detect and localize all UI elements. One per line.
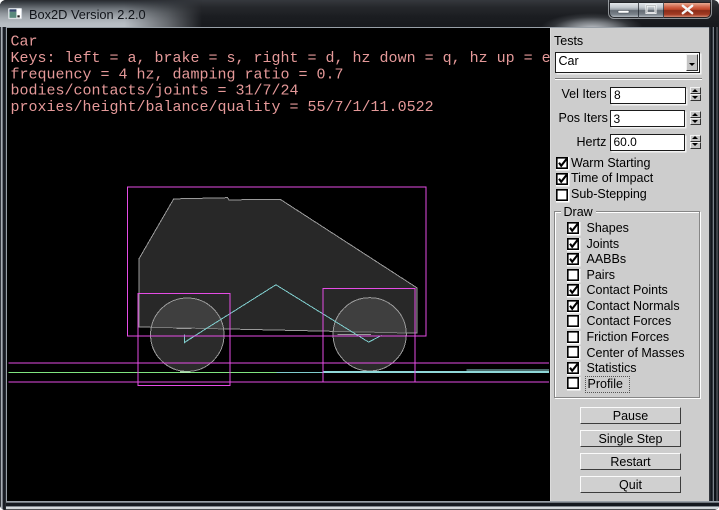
svg-text:proxies/height/balance/quality: proxies/height/balance/quality = 55/7/1/… [10, 99, 433, 116]
svg-text:bodies/contacts/joints = 31/7/: bodies/contacts/joints = 31/7/24 [10, 82, 298, 99]
svg-text:Keys: left = a, brake = s, rig: Keys: left = a, brake = s, right = d, hz… [10, 49, 550, 66]
svg-text:Car: Car [10, 33, 37, 50]
svg-text:frequency = 4 hz, damping rati: frequency = 4 hz, damping ratio = 0.7 [10, 66, 343, 83]
